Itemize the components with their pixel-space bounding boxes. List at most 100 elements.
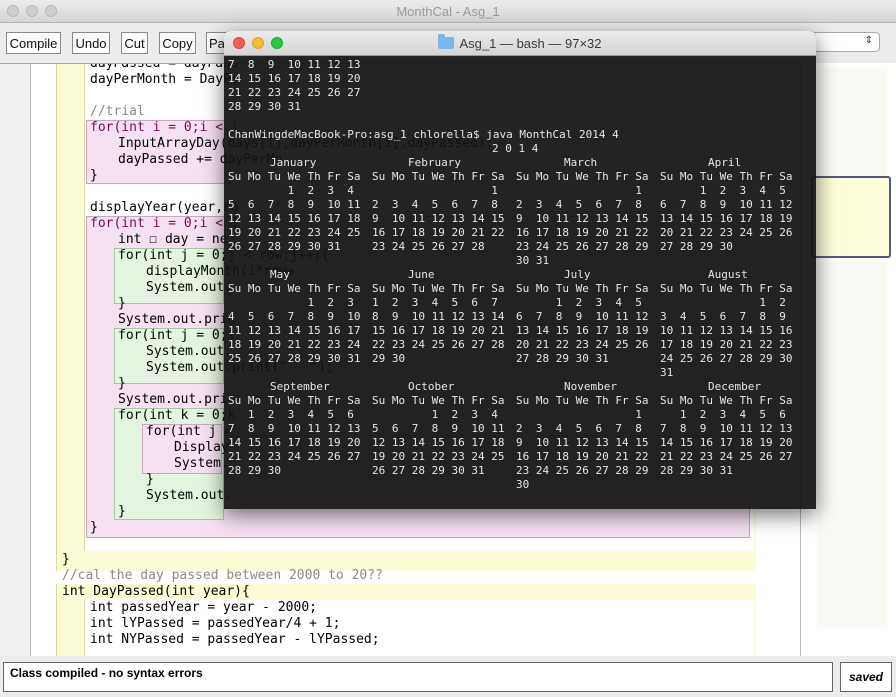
terminal-window[interactable]: Asg_1 — bash — 97×32 7 8 9 10 11 12 13 14…: [224, 31, 816, 509]
week-row: 20 21 22 23 24 25 26: [516, 338, 649, 351]
terminal-line: 14 15 16 17 18 19 20: [228, 72, 361, 85]
week-row: 5 6 7 8 9 10 11: [372, 422, 505, 435]
code-line: int passedYear = year - 2000;: [90, 600, 317, 615]
week-row: 15 16 17 18 19 20 21: [372, 324, 505, 337]
code-line: for(int i = 0;i < 1: [90, 120, 239, 135]
undo-button[interactable]: Undo: [72, 32, 110, 54]
week-row: 12 13 14 15 16 17 18: [372, 436, 505, 449]
code-line: System.: [174, 456, 229, 471]
day-header: Su Mo Tu We Th Fr Sa: [516, 394, 649, 407]
view-select[interactable]: ⇕: [810, 32, 880, 52]
week-row: 2 3 4 5 6 7 8: [516, 422, 642, 435]
month-name: November: [564, 380, 617, 393]
code-line: System.out.: [146, 280, 233, 295]
week-row: 21 22 23 24 25 26 27: [660, 450, 793, 463]
terminal-titlebar: Asg_1 — bash — 97×32: [224, 31, 816, 56]
week-row: 19 20 21 22 23 24 25: [372, 450, 505, 463]
year-header: 2 0 1 4: [492, 142, 539, 155]
week-row: 21 22 23 24 25 26 27: [228, 450, 361, 463]
code-line: int DayPassed(int year){: [62, 584, 250, 599]
week-row: 2 3 4 5 6 7 8: [516, 198, 642, 211]
copy-button[interactable]: Copy: [159, 32, 196, 54]
month-name: June: [408, 268, 435, 281]
window-title: MonthCal - Asg_1: [396, 4, 500, 19]
week-row: 16 17 18 19 20 21 22: [516, 226, 649, 239]
week-row: 30 31: [516, 254, 550, 267]
code-line: dayPerMonth = DayPe: [90, 72, 239, 87]
day-header: Su Mo Tu We Th Fr Sa: [660, 170, 793, 183]
week-row: 23 24 25 26 27 28 29: [516, 464, 649, 477]
week-row: 19 20 21 22 23 24 25: [228, 226, 361, 239]
month-name: January: [270, 156, 317, 169]
week-row: 14 15 16 17 18 19 20: [228, 436, 361, 449]
code-line: int lYPassed = passedYear/4 + 1;: [90, 616, 341, 631]
week-row: 30: [516, 478, 530, 491]
month-name: September: [270, 380, 330, 393]
month-name: July: [564, 268, 591, 281]
month-name: May: [270, 268, 290, 281]
week-row: 12 13 14 15 16 17 18: [228, 212, 361, 225]
terminal-output[interactable]: 7 8 9 10 11 12 13 14 15 16 17 18 19 20 21 …: [228, 56, 812, 506]
overview-thumbnail: [817, 68, 887, 628]
code-line: for(int i = 0;i < 1: [90, 216, 239, 231]
terminal-line: 21 22 23 24 25 26 27: [228, 86, 361, 99]
week-row: 23 24 25 26 27 28 29: [516, 240, 649, 253]
week-row: 1: [372, 184, 498, 197]
code-line: }: [62, 552, 70, 567]
week-row: 16 17 18 19 20 21 22: [372, 226, 505, 239]
day-header: Su Mo Tu We Th Fr Sa: [228, 282, 361, 295]
week-row: 1 2 3: [228, 296, 354, 309]
code-line: for(int k = 0;k: [118, 408, 236, 423]
week-row: 10 11 12 13 14 15 16: [660, 324, 793, 337]
week-row: 31: [660, 366, 674, 379]
code-line: int NYPassed = passedYear - lYPassed;: [90, 632, 380, 647]
week-row: 20 21 22 23 24 25 26: [660, 226, 793, 239]
cut-button[interactable]: Cut: [121, 32, 148, 54]
code-line: System.out.: [146, 344, 233, 359]
terminal-line: 7 8 9 10 11 12 13: [228, 58, 361, 71]
week-row: 27 28 29 30: [660, 240, 733, 253]
week-row: 1 2 3 4 5 6: [660, 408, 786, 421]
day-header: Su Mo Tu We Th Fr Sa: [516, 170, 649, 183]
code-line: }: [118, 504, 126, 519]
week-row: 28 29 30 31: [660, 464, 733, 477]
code-line: }: [118, 296, 126, 311]
compile-button[interactable]: Compile: [6, 32, 61, 54]
day-header: Su Mo Tu We Th Fr Sa: [372, 170, 505, 183]
terminal-command: ChanWingdeMacBook-Pro:asg_1 chlorella$ j…: [228, 128, 619, 141]
day-header: Su Mo Tu We Th Fr Sa: [660, 282, 793, 295]
week-row: 27 28 29 30 31: [516, 352, 609, 365]
month-name: December: [708, 380, 761, 393]
overview-viewport[interactable]: [811, 176, 891, 258]
week-row: 6 7 8 9 10 11 12: [516, 310, 649, 323]
week-row: 1 2 3 4: [228, 184, 354, 197]
week-row: 7 8 9 10 11 12 13: [228, 422, 361, 435]
code-line: Display: [174, 440, 229, 455]
week-row: 7 8 9 10 11 12 13: [660, 422, 793, 435]
week-row: 1 2 3 4 5 6: [228, 408, 354, 421]
code-line: }: [90, 520, 98, 535]
week-row: 18 19 20 21 22 23 24: [228, 338, 361, 351]
week-row: 1 2 3 4 5: [660, 184, 786, 197]
week-row: 24 25 26 27 28 29 30: [660, 352, 793, 365]
day-header: Su Mo Tu We Th Fr Sa: [516, 282, 649, 295]
week-row: 8 9 10 11 12 13 14: [372, 310, 505, 323]
week-row: 6 7 8 9 10 11 12: [660, 198, 793, 211]
week-row: 28 29 30: [228, 464, 281, 477]
month-name: March: [564, 156, 598, 169]
week-row: 17 18 19 20 21 22 23: [660, 338, 793, 351]
line-gutter: [0, 64, 31, 657]
day-header: Su Mo Tu We Th Fr Sa: [372, 394, 505, 407]
week-row: 13 14 15 16 17 18 19: [660, 212, 793, 225]
code-line: System.out.: [146, 488, 233, 503]
week-row: 29 30: [372, 352, 406, 365]
week-row: 1 2 3 4 5 6 7: [372, 296, 498, 309]
code-line: }: [118, 376, 126, 391]
day-header: Su Mo Tu We Th Fr Sa: [372, 282, 505, 295]
folder-icon: [438, 34, 455, 49]
week-row: 4 5 6 7 8 9 10: [228, 310, 361, 323]
select-arrows-icon: ⇕: [864, 35, 873, 46]
week-row: 25 26 27 28 29 30 31: [228, 352, 361, 365]
week-row: 1: [516, 184, 642, 197]
status-bar: Class compiled - no syntax errors saved: [0, 656, 896, 697]
